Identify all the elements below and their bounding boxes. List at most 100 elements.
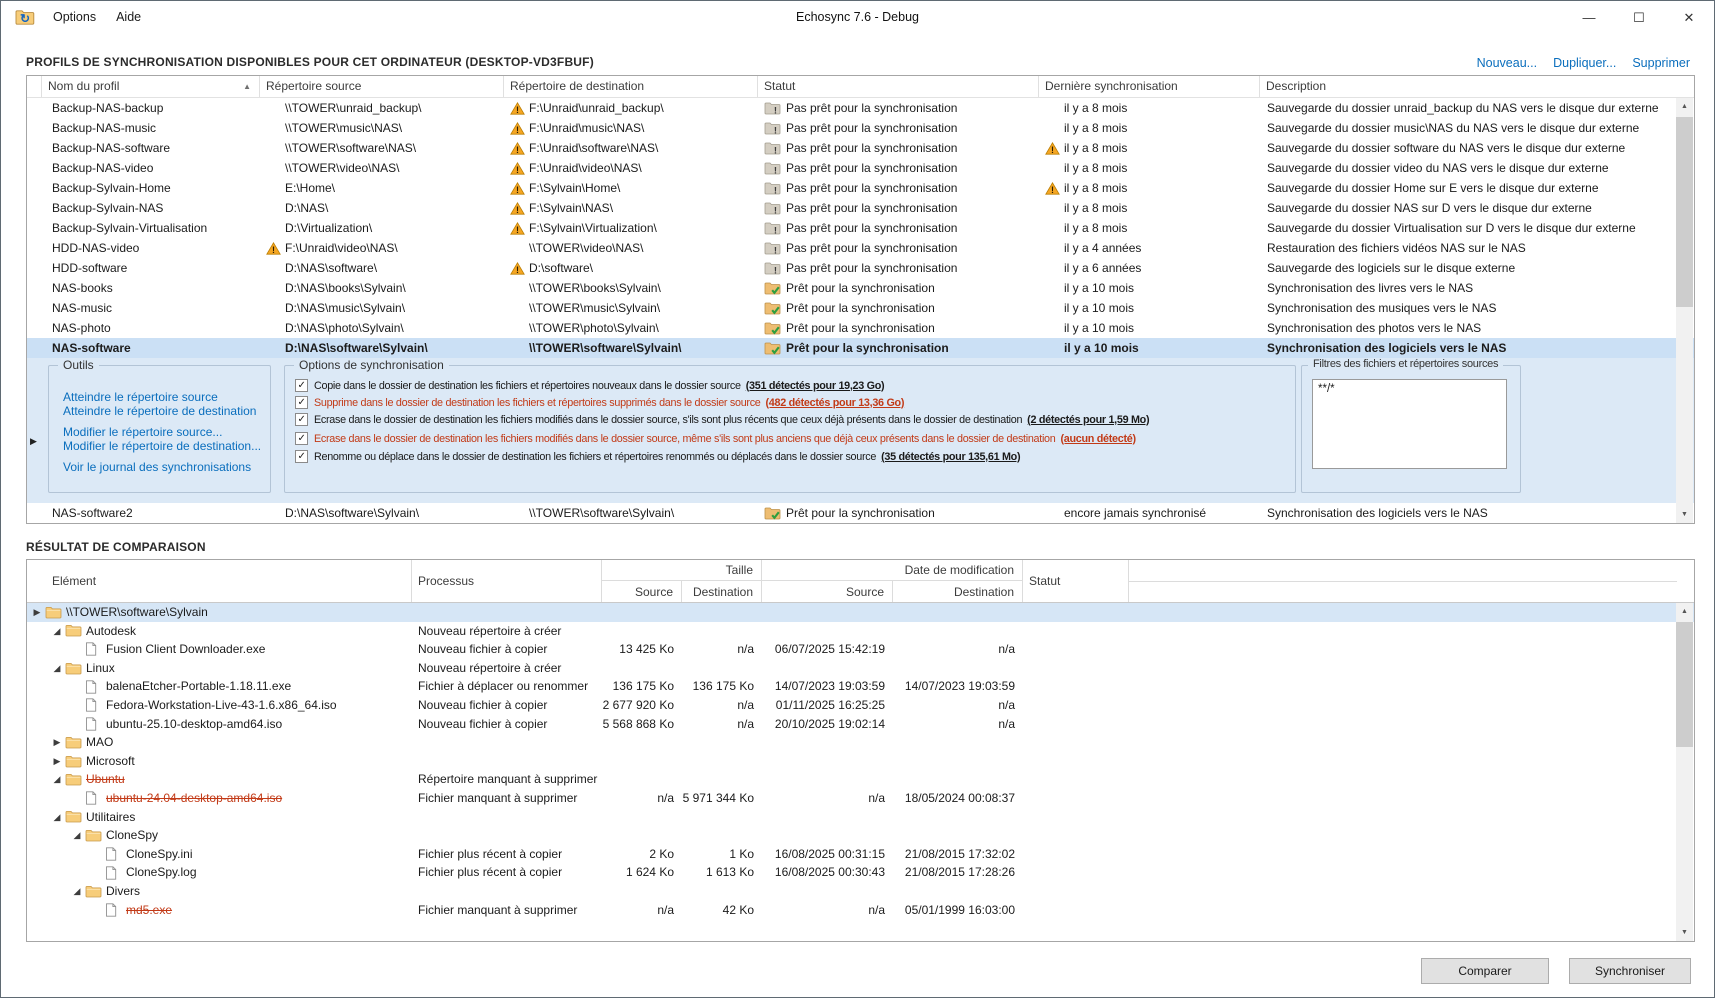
menu-aide[interactable]: Aide <box>106 1 151 34</box>
status-label: Prêt pour la synchronisation <box>786 338 949 358</box>
goto-destination-link[interactable]: Atteindre le répertoire de destination <box>63 404 256 418</box>
comparison-row[interactable]: Fedora-Workstation-Live-43-1.6.x86_64.is… <box>27 696 1694 715</box>
comparison-row[interactable]: Fusion Client Downloader.exeNouveau fich… <box>27 640 1694 659</box>
tree-expander-icon[interactable]: ◢ <box>49 622 65 641</box>
view-sync-log-link[interactable]: Voir le journal des synchronisations <box>63 460 251 474</box>
header-process[interactable]: Processus <box>412 560 602 602</box>
date-destination-cell <box>893 752 1023 771</box>
profile-source-cell: D:\NAS\books\Sylvain\ <box>260 278 504 298</box>
comparison-scrollbar-thumb[interactable] <box>1676 622 1693 747</box>
comparison-row[interactable]: ◢LinuxNouveau répertoire à créer <box>27 659 1694 678</box>
comparison-scrollbar[interactable]: ▲ ▼ <box>1676 603 1693 941</box>
filters-input[interactable]: **/* <box>1312 379 1507 469</box>
close-button[interactable]: ✕ <box>1664 1 1714 34</box>
checkbox-checked-icon[interactable]: ✓ <box>295 413 308 426</box>
header-profile-name[interactable]: Nom du profil▲ <box>42 76 260 97</box>
tree-indent <box>27 872 89 873</box>
comparison-row[interactable]: CloneSpy.logFichier plus récent à copier… <box>27 863 1694 882</box>
profile-row[interactable]: Backup-Sylvain-NASD:\NAS\!F:\Sylvain\NAS… <box>27 198 1694 218</box>
tree-expander-icon[interactable]: ▶ <box>49 752 65 771</box>
detected-count-link[interactable]: (351 détectés pour 19,23 Go) <box>746 380 885 392</box>
detected-count-link[interactable]: (2 détectés pour 1,59 Mo) <box>1027 414 1149 426</box>
scroll-down-icon[interactable]: ▼ <box>1676 506 1693 523</box>
comparison-row[interactable]: balenaEtcher-Portable-1.18.11.exeFichier… <box>27 677 1694 696</box>
comparison-row[interactable]: ▶Microsoft <box>27 752 1694 771</box>
profile-row[interactable]: NAS-booksD:\NAS\books\Sylvain\\\TOWER\bo… <box>27 278 1694 298</box>
comparison-row[interactable]: ◢AutodeskNouveau répertoire à créer <box>27 622 1694 641</box>
minimize-button[interactable]: — <box>1564 1 1614 34</box>
edit-source-link[interactable]: Modifier le répertoire source... <box>63 425 222 439</box>
menu-options[interactable]: Options <box>43 1 106 34</box>
comparison-row[interactable]: ▶ \\TOWER\software\Sylvain <box>27 603 1694 622</box>
tree-expander-icon[interactable]: ◢ <box>49 659 65 678</box>
checkbox-checked-icon[interactable]: ✓ <box>295 450 308 463</box>
profile-row[interactable]: HDD-softwareD:\NAS\software\!D:\software… <box>27 258 1694 278</box>
tree-expander-icon[interactable]: ◢ <box>49 808 65 827</box>
header-cmp-status[interactable]: Statut <box>1023 560 1129 602</box>
profile-row[interactable]: Backup-Sylvain-VirtualisationD:\Virtuali… <box>27 218 1694 238</box>
tree-expander-icon[interactable]: ◢ <box>69 882 85 901</box>
profile-row[interactable]: NAS-software2D:\NAS\software\Sylvain\\\T… <box>27 503 1694 523</box>
row-expander-cell <box>27 258 42 278</box>
profile-row[interactable]: Backup-Sylvain-HomeE:\Home\!F:\Sylvain\H… <box>27 178 1694 198</box>
comparison-row[interactable]: ◢Divers <box>27 882 1694 901</box>
header-date-destination[interactable]: Destination <box>893 581 1023 602</box>
comparison-row[interactable]: ◢UbuntuRépertoire manquant à supprimer <box>27 770 1694 789</box>
profile-row[interactable]: Backup-NAS-video\\TOWER\video\NAS\!F:\Un… <box>27 158 1694 178</box>
profile-row[interactable]: Backup-NAS-music\\TOWER\music\NAS\!F:\Un… <box>27 118 1694 138</box>
comparison-row[interactable]: ubuntu-25.10-desktop-amd64.isoNouveau fi… <box>27 715 1694 734</box>
profile-row[interactable]: Backup-NAS-software\\TOWER\software\NAS\… <box>27 138 1694 158</box>
profile-row[interactable]: HDD-NAS-video!F:\Unraid\video\NAS\\\TOWE… <box>27 238 1694 258</box>
scroll-down-icon[interactable]: ▼ <box>1676 924 1693 941</box>
tree-expander-icon[interactable]: ◢ <box>69 826 85 845</box>
header-size-destination[interactable]: Destination <box>682 581 762 602</box>
detected-count-link[interactable]: (aucun détecté) <box>1060 433 1135 445</box>
svg-text:!: ! <box>516 205 519 215</box>
tree-expander-icon[interactable]: ◢ <box>49 770 65 789</box>
checkbox-checked-icon[interactable]: ✓ <box>295 396 308 409</box>
header-description[interactable]: Description <box>1260 76 1677 97</box>
detected-count-link[interactable]: (482 détectés pour 13,36 Go) <box>766 397 905 409</box>
profile-row[interactable]: NAS-musicD:\NAS\music\Sylvain\\\TOWER\mu… <box>27 298 1694 318</box>
header-source-directory[interactable]: Répertoire source <box>260 76 504 97</box>
checkbox-checked-icon[interactable]: ✓ <box>295 432 308 445</box>
compare-button[interactable]: Comparer <box>1421 958 1549 984</box>
header-size-group[interactable]: Taille <box>602 560 762 581</box>
tree-expander-icon[interactable]: ▶ <box>29 603 45 622</box>
profiles-scrollbar[interactable]: ▲ ▼ <box>1676 98 1693 523</box>
scroll-up-icon[interactable]: ▲ <box>1676 603 1693 620</box>
detected-count-link[interactable]: (35 détectés pour 135,61 Mo) <box>881 451 1020 463</box>
profile-row[interactable]: Backup-NAS-backup\\TOWER\unraid_backup\!… <box>27 98 1694 118</box>
comparison-row[interactable]: ◢Utilitaires <box>27 808 1694 827</box>
cmp-status-cell <box>1023 770 1129 789</box>
header-destination-directory[interactable]: Répertoire de destination <box>504 76 758 97</box>
header-last-sync[interactable]: Dernière synchronisation <box>1039 76 1260 97</box>
scroll-up-icon[interactable]: ▲ <box>1676 98 1693 115</box>
synchronize-button[interactable]: Synchroniser <box>1569 958 1691 984</box>
panel-expander-icon[interactable]: ▶ <box>30 436 37 447</box>
checkbox-checked-icon[interactable]: ✓ <box>295 379 308 392</box>
row-expander-cell <box>27 338 42 358</box>
header-date-source[interactable]: Source <box>762 581 893 602</box>
comparison-row[interactable]: ▶MAO <box>27 733 1694 752</box>
new-profile-link[interactable]: Nouveau... <box>1477 56 1537 70</box>
tree-expander-icon[interactable]: ▶ <box>49 733 65 752</box>
comparison-row[interactable]: md5.exeFichier manquant à supprimern/a42… <box>27 901 1694 920</box>
element-label: \\TOWER\software\Sylvain <box>66 603 208 622</box>
maximize-button[interactable]: ☐ <box>1614 1 1664 34</box>
header-date-group[interactable]: Date de modification <box>762 560 1023 581</box>
profile-row[interactable]: NAS-photoD:\NAS\photo\Sylvain\\\TOWER\ph… <box>27 318 1694 338</box>
profile-row[interactable]: NAS-softwareD:\NAS\software\Sylvain\\\TO… <box>27 338 1694 358</box>
goto-source-link[interactable]: Atteindre le répertoire source <box>63 390 218 404</box>
header-status[interactable]: Statut <box>758 76 1039 97</box>
duplicate-profile-link[interactable]: Dupliquer... <box>1553 56 1616 70</box>
header-element[interactable]: Elément <box>27 560 412 602</box>
comparison-row[interactable]: ◢CloneSpy <box>27 826 1694 845</box>
delete-profile-link[interactable]: Supprimer <box>1632 56 1690 70</box>
comparison-row[interactable]: CloneSpy.iniFichier plus récent à copier… <box>27 845 1694 864</box>
profiles-scrollbar-thumb[interactable] <box>1676 117 1693 307</box>
edit-destination-link[interactable]: Modifier le répertoire de destination... <box>63 439 261 453</box>
comparison-row[interactable]: ubuntu-24.04-desktop-amd64.isoFichier ma… <box>27 789 1694 808</box>
header-size-source[interactable]: Source <box>602 581 682 602</box>
process-cell: Fichier manquant à supprimer <box>412 789 602 808</box>
